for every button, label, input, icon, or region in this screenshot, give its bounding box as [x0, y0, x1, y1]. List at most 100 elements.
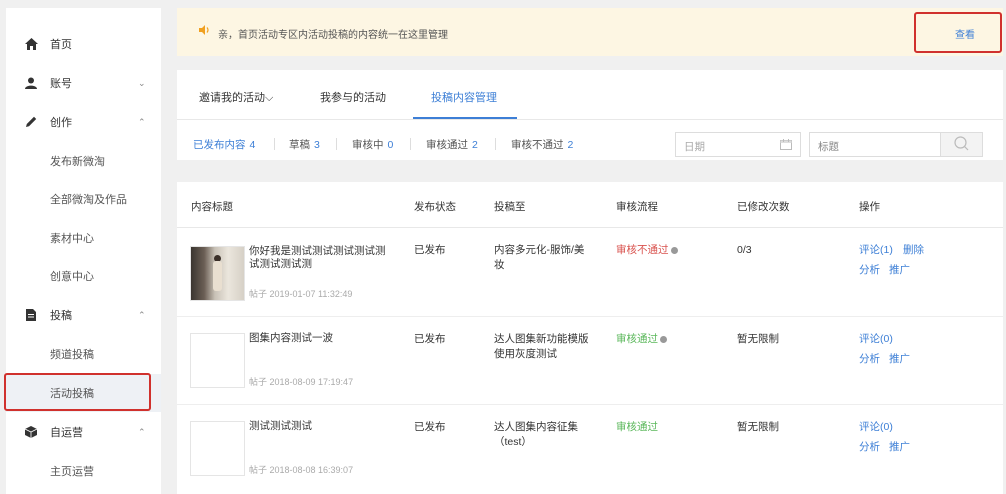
content-title[interactable]: 图集内容测试一波: [249, 332, 389, 345]
content-meta: 帖子 2018-08-09 17:19:47: [249, 377, 354, 387]
sidebar-item-label: 素材中心: [50, 233, 94, 245]
analyze-link[interactable]: 分析: [859, 352, 880, 367]
info-icon[interactable]: [670, 246, 678, 254]
promote-link[interactable]: 推广: [889, 352, 910, 367]
submit-target: 达人图集内容征集（test）: [494, 421, 578, 448]
delete-link[interactable]: 删除: [903, 243, 924, 258]
content-meta: 帖子 2019-01-07 11:32:49: [249, 289, 353, 299]
pencil-icon: [24, 115, 38, 129]
table-header: 内容标题 发布状态 投稿至 审核流程 已修改次数 操作: [177, 182, 1003, 228]
content-meta: 帖子 2018-08-08 16:39:07: [249, 465, 354, 475]
sidebar-item-create[interactable]: 创作 ⌃: [6, 103, 161, 141]
sidebar-item-label: 创作: [50, 117, 72, 129]
sidebar-item-label: 创意中心: [50, 271, 94, 283]
chevron-up-icon: ⌃: [138, 309, 146, 320]
content-thumbnail[interactable]: [190, 246, 245, 301]
sidebar-item-materials[interactable]: 素材中心: [6, 219, 161, 257]
sidebar-item-self-operate[interactable]: 自运营 ⌃: [6, 413, 161, 451]
document-icon: [24, 308, 38, 322]
title-placeholder: 标题: [818, 141, 839, 153]
divider: [336, 138, 337, 150]
tab-invited-activities[interactable]: 邀请我的活动⌵: [199, 89, 273, 105]
analyze-link[interactable]: 分析: [859, 440, 880, 455]
sidebar-item-label: 全部微淘及作品: [50, 194, 127, 206]
title-search-field[interactable]: 标题: [809, 132, 983, 157]
comment-link[interactable]: 评论(0): [859, 420, 893, 435]
column-header: 内容标题: [191, 201, 233, 213]
sidebar-item-creative[interactable]: 创意中心: [6, 257, 161, 295]
date-placeholder: 日期: [684, 141, 705, 153]
date-field[interactable]: 日期: [675, 132, 801, 157]
column-header: 已修改次数: [737, 201, 790, 213]
publish-status: 已发布: [414, 421, 446, 433]
sidebar-item-label: 账号: [50, 78, 72, 90]
table-row: 你好我是测试测试测试测试测试测试测试测 帖子 2019-01-07 11:32:…: [177, 229, 1003, 317]
speaker-icon: [199, 25, 210, 38]
analyze-link[interactable]: 分析: [859, 263, 880, 278]
chevron-up-icon: ⌃: [138, 426, 146, 437]
column-header: 操作: [859, 201, 880, 213]
sidebar-item-channel-submit[interactable]: 频道投稿: [6, 335, 161, 373]
sidebar-item-label: 投稿: [50, 310, 72, 322]
tab-bar: 邀请我的活动⌵ 我参与的活动 投稿内容管理: [177, 70, 1003, 120]
divider: [274, 138, 275, 150]
edit-count: 暂无限制: [737, 421, 779, 433]
filter-approved[interactable]: 审核通过 2: [426, 137, 478, 152]
notice-text: 亲，首页活动专区内活动投稿的内容统一在这里管理: [218, 30, 448, 41]
filter-published[interactable]: 已发布内容 4: [193, 137, 255, 152]
content-thumbnail[interactable]: [190, 421, 245, 476]
review-status: 审核通过: [616, 421, 658, 433]
promote-link[interactable]: 推广: [889, 263, 910, 278]
table-row: 测试测试测试 帖子 2018-08-08 16:39:07 已发布 达人图集内容…: [177, 405, 1003, 494]
promote-link[interactable]: 推广: [889, 440, 910, 455]
sidebar-item-label: 发布新微淘: [50, 156, 105, 168]
filter-draft[interactable]: 草稿 3: [289, 137, 320, 152]
notice-bar: 亲，首页活动专区内活动投稿的内容统一在这里管理 查看: [177, 8, 1003, 56]
tab-my-activities[interactable]: 我参与的活动: [320, 89, 386, 105]
sidebar-item-home[interactable]: 首页: [6, 25, 161, 63]
sidebar-item-label: 频道投稿: [50, 349, 94, 361]
chevron-up-icon: ⌃: [138, 116, 146, 127]
column-header: 发布状态: [414, 201, 456, 213]
comment-link[interactable]: 评论(1): [859, 243, 893, 258]
content-title[interactable]: 你好我是测试测试测试测试测试测试测试测: [249, 245, 389, 271]
review-status: 审核不通过: [616, 243, 678, 258]
comment-link[interactable]: 评论(0): [859, 332, 893, 347]
review-status: 审核通过: [616, 332, 667, 347]
chevron-down-icon: ⌄: [138, 77, 146, 88]
edit-count: 0/3: [737, 244, 752, 256]
sidebar-item-all-weitao[interactable]: 全部微淘及作品: [6, 180, 161, 218]
divider: [410, 138, 411, 150]
content-title[interactable]: 测试测试测试: [249, 420, 389, 433]
sidebar-item-label: 自运营: [50, 427, 83, 439]
filter-reviewing[interactable]: 审核中 0: [352, 137, 393, 152]
divider: [495, 138, 496, 150]
publish-status: 已发布: [414, 333, 446, 345]
sidebar-item-account[interactable]: 账号 ⌄: [6, 64, 161, 102]
sidebar-item-label: 首页: [50, 39, 72, 51]
submit-target: 达人图集新功能模版使用灰度测试: [494, 333, 589, 360]
filter-rejected[interactable]: 审核不通过 2: [511, 137, 573, 152]
active-tab-indicator: [413, 117, 517, 119]
sidebar-item-publish-weitao[interactable]: 发布新微淘: [6, 142, 161, 180]
sidebar-item-homepage-operate[interactable]: 主页运营: [6, 452, 161, 490]
info-icon[interactable]: [660, 335, 667, 343]
calendar-icon[interactable]: [780, 139, 792, 153]
column-header: 投稿至: [494, 201, 526, 213]
status-filters: 已发布内容 4 草稿 3 审核中 0 审核通过 2 审核不通过 2 日期 标题: [177, 120, 1003, 160]
publish-status: 已发布: [414, 244, 446, 256]
chevron-down-icon: ⌵: [265, 92, 274, 104]
tab-submission-management[interactable]: 投稿内容管理: [431, 89, 497, 105]
submit-target: 内容多元化-服饰/美妆: [494, 244, 585, 271]
sidebar-item-label: 主页运营: [50, 466, 94, 478]
sidebar-item-label: 活动投稿: [50, 388, 94, 400]
edit-count: 暂无限制: [737, 333, 779, 345]
content-thumbnail[interactable]: [190, 333, 245, 388]
sidebar-item-submit[interactable]: 投稿 ⌃: [6, 296, 161, 334]
content-panel: 邀请我的活动⌵ 我参与的活动 投稿内容管理 已发布内容 4 草稿 3 审核中 0 审核…: [177, 70, 1003, 160]
search-button[interactable]: [940, 133, 982, 156]
home-icon: [24, 37, 38, 51]
view-link[interactable]: 查看: [955, 26, 975, 41]
table-row: 图集内容测试一波 帖子 2018-08-09 17:19:47 已发布 达人图集…: [177, 317, 1003, 405]
sidebar-item-activity-submit[interactable]: 活动投稿: [6, 374, 161, 412]
